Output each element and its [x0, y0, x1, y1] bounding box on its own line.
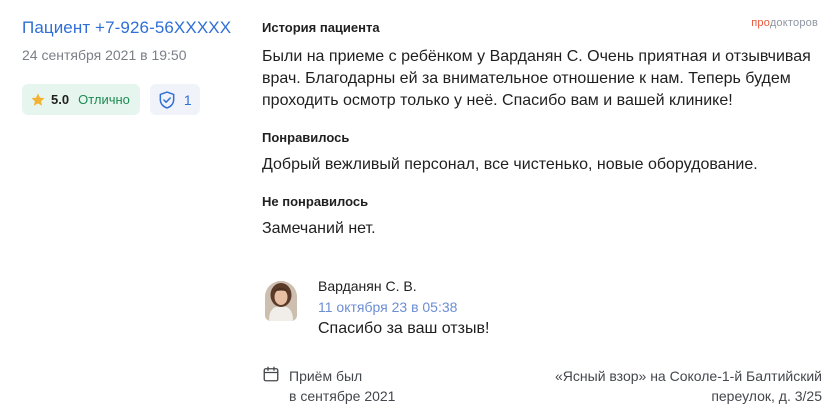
calendar-icon [263, 366, 279, 382]
liked-heading: Понравилось [262, 130, 350, 145]
star-icon [31, 92, 45, 106]
disliked-text: Замечаний нет. [262, 220, 376, 237]
review-body: История пациента Были на приеме с ребёнк… [262, 20, 818, 240]
visit-line-1: Приём был [289, 368, 363, 384]
clinic-line-2: переулок, д. 3/25 [711, 388, 822, 404]
clinic-line-1: «Ясный взор» на Соколе-1-й Балтийский [555, 368, 822, 384]
rating-score: 5.0 [51, 92, 70, 107]
clinic-address[interactable]: «Ясный взор» на Соколе-1-й Балтийский пе… [522, 366, 822, 406]
review-footer: Приём был в сентябре 2021 «Ясный взор» н… [262, 364, 822, 408]
reply-text: Спасибо за ваш отзыв! [318, 320, 490, 337]
verified-count: 1 [183, 91, 192, 108]
disliked-heading: Не понравилось [262, 194, 369, 209]
patient-name-link[interactable]: Пациент +7-926-56XXXXX [22, 18, 237, 38]
rating-badge: 5.0 Отлично [22, 84, 140, 115]
review-author-panel: Пациент +7-926-56XXXXX 24 сентября 2021 … [22, 18, 237, 115]
doctor-reply: Варданян С. В. 11 октября 23 в 05:38 Спа… [262, 275, 802, 345]
story-heading: История пациента [262, 20, 380, 35]
badges: 5.0 Отлично 1 [22, 84, 237, 115]
liked-text: Добрый вежливый персонал, все чистенько,… [262, 156, 758, 173]
review-date: 24 сентября 2021 в 19:50 [22, 47, 187, 63]
reply-author: Варданян С. В. [318, 278, 417, 294]
story-text: Были на приеме с ребёнком у Варданян С. … [262, 48, 811, 109]
visit-date: Приём был в сентябре 2021 [289, 366, 395, 406]
shield-check-icon [159, 90, 175, 109]
doctor-avatar [265, 281, 297, 321]
verified-badge[interactable]: 1 [149, 84, 200, 115]
rating-label: Отлично [78, 92, 130, 107]
reply-date: 11 октября 23 в 05:38 [318, 299, 458, 315]
visit-line-2: в сентябре 2021 [289, 388, 396, 404]
